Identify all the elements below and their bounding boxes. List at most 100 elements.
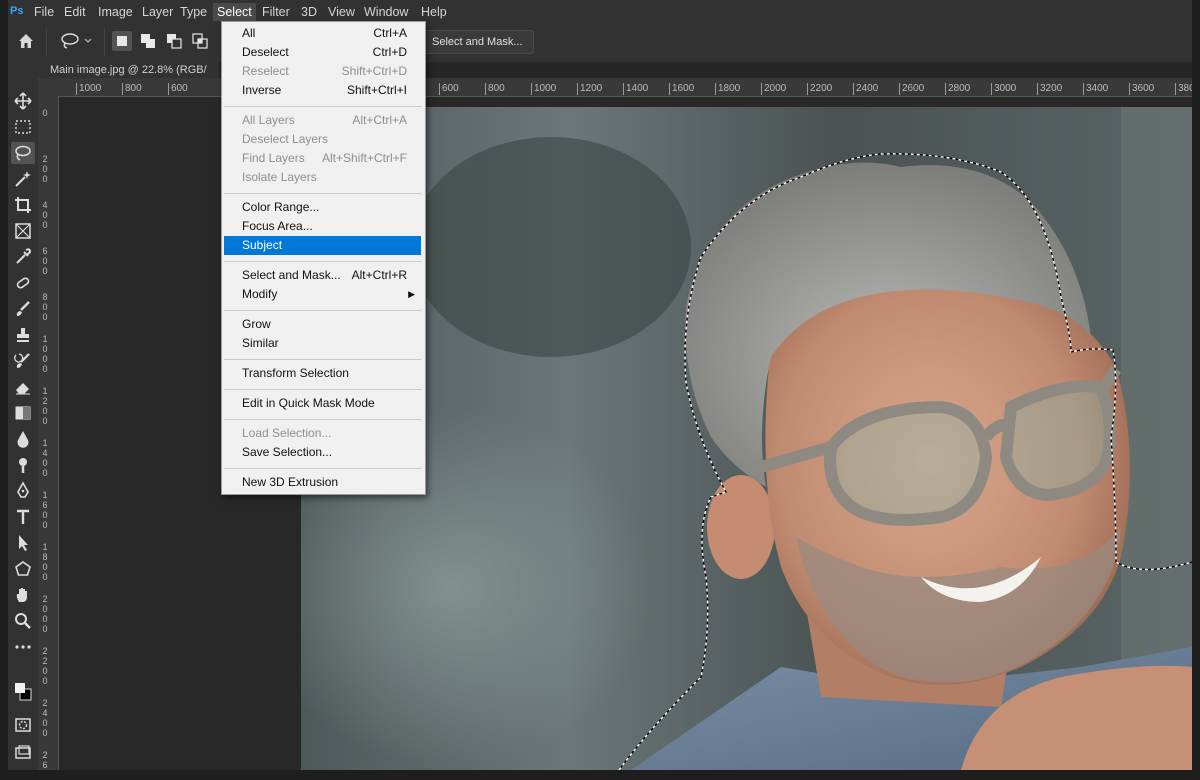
home-icon[interactable] [16,31,40,51]
ruler-tick-label: 2600 [42,750,48,770]
menu-item-shortcut: Alt+Ctrl+R [351,268,407,282]
menu-item-deselect[interactable]: Deselect Ctrl+D [224,43,421,62]
ruler-tick-label: 2200 [42,646,48,686]
blur-icon[interactable] [11,428,35,450]
menu-item-label: New 3D Extrusion [242,475,339,489]
more-icon[interactable] [11,636,35,658]
path-select-icon[interactable] [11,532,35,554]
menu-item-all-layers[interactable]: All Layers Alt+Ctrl+A [224,111,421,130]
ruler-tick-label: 1200 [577,83,602,95]
vertical-ruler[interactable]: 0 200 400 600 800 1000 1200 1400 1600 1800 2000 220… [38,96,59,770]
menu-item-label: Edit in Quick Mask Mode [242,396,375,410]
lasso-icon[interactable] [11,142,35,164]
menu-item-new-3d-extrusion[interactable]: New 3D Extrusion [224,473,421,492]
menu-item-label: Load Selection... [242,426,332,440]
menu-item-label: Subject [242,238,283,252]
ruler-tick-label: 3200 [1037,83,1062,95]
menu-item-all[interactable]: All Ctrl+A [224,24,421,43]
menu-item-label: All [242,26,256,40]
menu-item-edit-in-quick-mask-mode[interactable]: Edit in Quick Mask Mode [224,394,421,413]
healing-icon[interactable] [11,272,35,294]
menu-item-deselect-layers[interactable]: Deselect Layers [224,130,421,149]
ruler-tick-label: 1800 [715,83,740,95]
brush-icon[interactable] [11,298,35,320]
ruler-tick-label: 1200 [42,386,48,426]
document-tab-bar: Main image.jpg @ 22.8% (RGB/ [38,62,1192,78]
ruler-tick-label: 1000 [531,83,556,95]
eyedropper-icon[interactable] [11,246,35,268]
menu-item-subject[interactable]: Subject [224,236,421,255]
screen-mode-icon[interactable] [11,742,35,764]
ruler-tick-label: 400 [42,200,48,230]
menu-item-shortcut: Shift+Ctrl+D [341,64,407,78]
menu-item-reselect[interactable]: Reselect Shift+Ctrl+D [224,62,421,81]
menu-item-label: Modify [242,287,278,301]
move-icon[interactable] [11,90,35,112]
ruler-tick-label: 3600 [1129,83,1154,95]
add-to-selection-icon[interactable] [138,31,158,51]
menu-window[interactable]: Window [360,3,412,21]
ruler-tick-label: 0 [42,108,48,118]
ruler-tick-label: 600 [439,83,459,95]
ruler-tick-label: 2400 [853,83,878,95]
subtract-from-selection-icon[interactable] [164,31,184,51]
menu-item-transform-selection[interactable]: Transform Selection [224,364,421,383]
menu-item-color-range[interactable]: Color Range... [224,198,421,217]
ruler-origin[interactable] [38,78,58,96]
magic-wand-icon[interactable] [11,168,35,190]
quick-mask-icon[interactable] [11,714,35,736]
menu-item-isolate-layers[interactable]: Isolate Layers [224,168,421,187]
stamp-icon[interactable] [11,324,35,346]
ruler-tick-label: 2000 [42,594,48,634]
pen-icon[interactable] [11,480,35,502]
menu-separator [224,261,421,262]
history-brush-icon[interactable] [11,350,35,372]
intersect-selection-icon[interactable] [190,31,210,51]
type-icon[interactable] [11,506,35,528]
menu-filter[interactable]: Filter [258,3,294,21]
menu-item-modify[interactable]: Modify ▶ [224,285,421,304]
frame-icon[interactable] [11,220,35,242]
menu-item-focus-area[interactable]: Focus Area... [224,217,421,236]
menu-help[interactable]: Help [417,3,451,21]
document-tab[interactable]: Main image.jpg @ 22.8% (RGB/ [38,62,219,78]
eraser-icon[interactable] [11,376,35,398]
menu-item-save-selection[interactable]: Save Selection... [224,443,421,462]
menu-item-label: Select and Mask... [242,268,341,282]
gradient-icon[interactable] [11,402,35,424]
shape-icon[interactable] [11,558,35,580]
menu-item-select-and-mask[interactable]: Select and Mask... Alt+Ctrl+R [224,266,421,285]
menu-item-similar[interactable]: Similar [224,334,421,353]
menu-item-find-layers[interactable]: Find Layers Alt+Shift+Ctrl+F [224,149,421,168]
menu-separator [224,468,421,469]
menu-image[interactable]: Image [94,3,137,21]
marquee-icon[interactable] [11,116,35,138]
ruler-tick-label: 2000 [761,83,786,95]
ruler-tick-label: 2200 [807,83,832,95]
dodge-icon[interactable] [11,454,35,476]
menu-edit[interactable]: Edit [60,3,90,21]
document-canvas[interactable] [301,107,1192,770]
menu-select[interactable]: Select [213,3,256,21]
menu-item-inverse[interactable]: Inverse Shift+Ctrl+I [224,81,421,100]
menu-item-grow[interactable]: Grow [224,315,421,334]
menu-file[interactable]: File [30,3,58,21]
lasso-preset-icon[interactable] [56,31,96,51]
menu-item-label: Grow [242,317,271,331]
crop-icon[interactable] [11,194,35,216]
menu-layer[interactable]: Layer [138,3,177,21]
tools-panel [8,62,39,770]
menu-item-label: Find Layers [242,151,305,165]
hand-icon[interactable] [11,584,35,606]
colors-icon[interactable] [11,676,35,706]
menu-item-load-selection[interactable]: Load Selection... [224,424,421,443]
menu-item-shortcut: Alt+Ctrl+A [352,113,407,127]
photoshop-window: Ps File Edit Image Layer Type Select Filter 3D V… [8,0,1192,770]
new-selection-icon[interactable] [112,31,132,51]
menu-view[interactable]: View [324,3,359,21]
menu-item-label: Deselect [242,45,289,59]
menu-3d[interactable]: 3D [297,3,321,21]
zoom-icon[interactable] [11,610,35,632]
menu-type[interactable]: Type [176,3,211,21]
select-and-mask-button[interactable]: Select and Mask... [421,30,534,54]
